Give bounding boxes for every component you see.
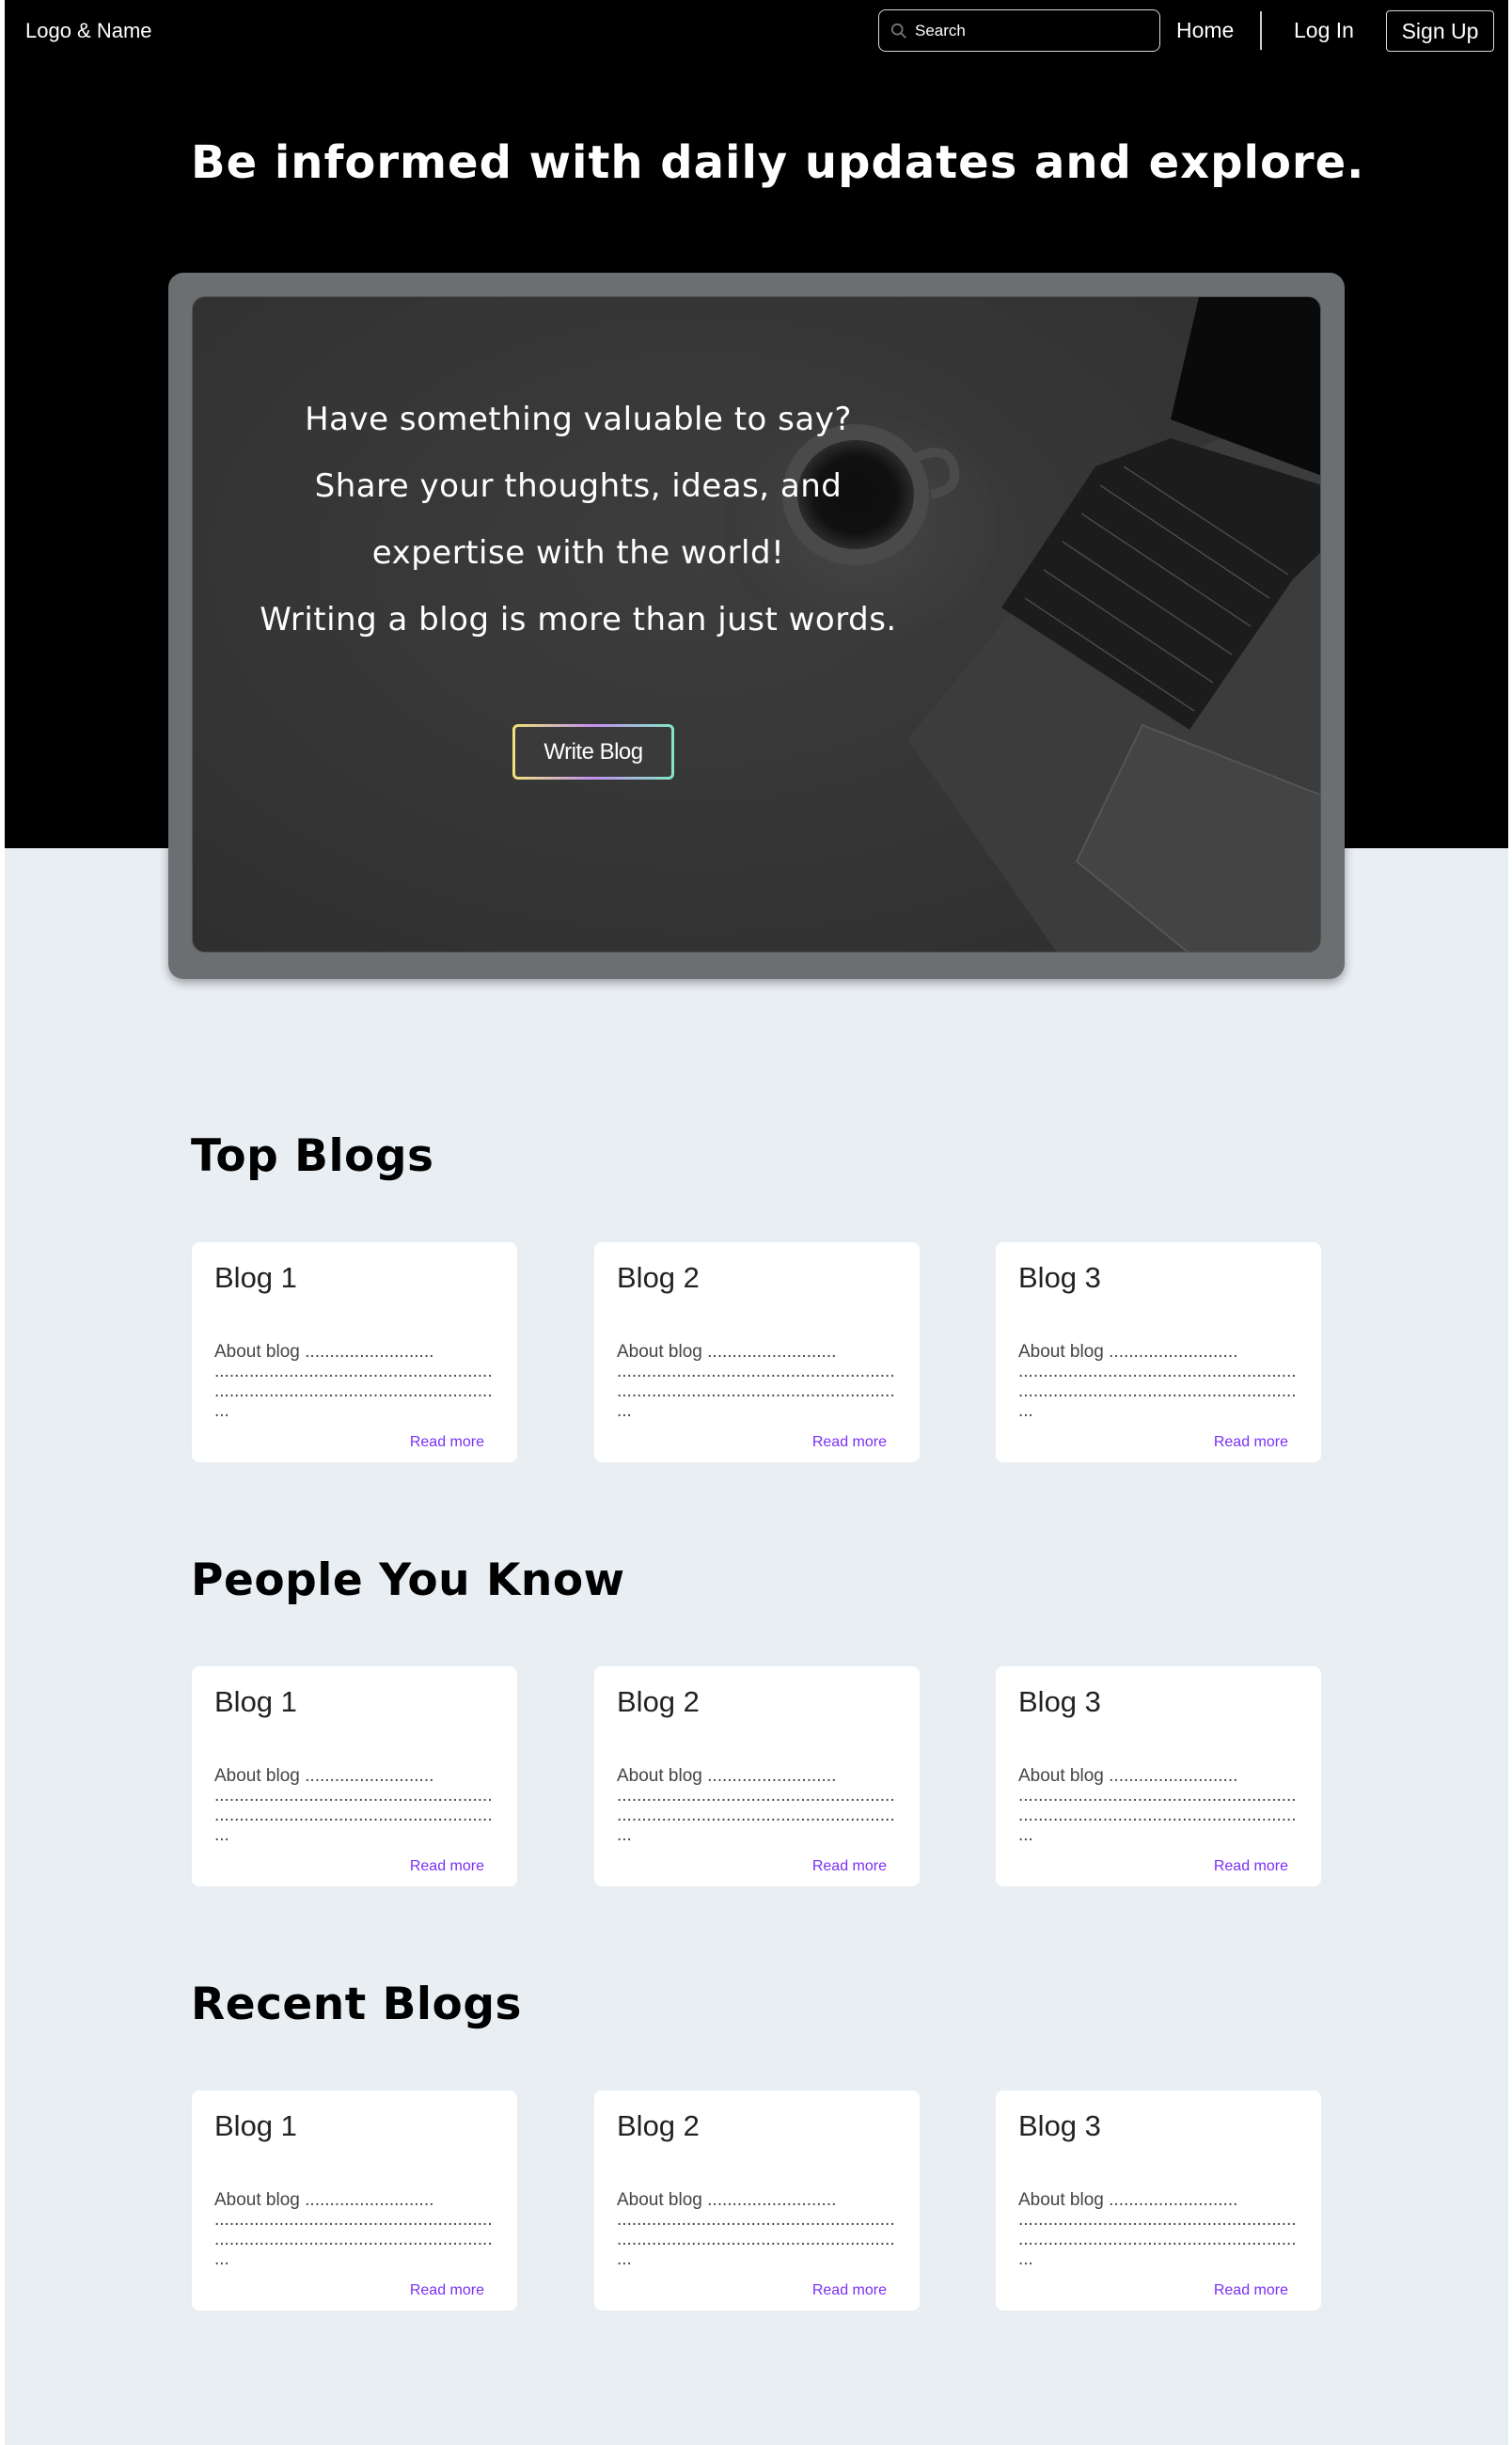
signup-button[interactable]: Sign Up <box>1386 10 1494 52</box>
search-icon <box>890 23 906 39</box>
read-more-link[interactable]: Read more <box>812 2282 887 2299</box>
promo-message: Have something valuable to say? Share yo… <box>249 386 907 654</box>
promo-line: Have something valuable to say? <box>305 401 852 438</box>
section-title-people-you-know: People You Know <box>191 1554 625 1606</box>
promo-line: expertise with the world! <box>371 534 785 572</box>
read-more-link[interactable]: Read more <box>1214 1858 1288 1875</box>
blog-card[interactable]: Blog 1 About blog ......................… <box>192 2090 517 2311</box>
read-more-link[interactable]: Read more <box>410 1434 484 1451</box>
section-title-top-blogs: Top Blogs <box>191 1130 434 1182</box>
read-more-link[interactable]: Read more <box>1214 2282 1288 2299</box>
nav-home-link[interactable]: Home <box>1176 16 1234 44</box>
nav-login-link[interactable]: Log In <box>1294 16 1354 44</box>
blog-card[interactable]: Blog 2 About blog ......................… <box>594 1242 920 1462</box>
blog-card[interactable]: Blog 2 About blog ......................… <box>594 2090 920 2311</box>
search-input[interactable] <box>915 21 1141 40</box>
hero-headline: Be informed with daily updates and explo… <box>191 136 1365 189</box>
blog-card-title: Blog 1 <box>214 1685 297 1718</box>
blog-card-title: Blog 2 <box>617 1261 700 1294</box>
read-more-link[interactable]: Read more <box>410 1858 484 1875</box>
blog-card-excerpt: About blog .......................... ..… <box>1018 1342 1297 1421</box>
blog-card[interactable]: Blog 2 About blog ......................… <box>594 1666 920 1886</box>
brand-logo[interactable]: Logo & Name <box>25 17 152 45</box>
nav-divider <box>1260 11 1262 50</box>
write-blog-button[interactable]: Write Blog <box>512 724 674 780</box>
blog-card-title: Blog 1 <box>214 1261 297 1294</box>
blog-card-excerpt: About blog .......................... ..… <box>1018 2190 1297 2269</box>
blog-card-excerpt: About blog .......................... ..… <box>214 2190 493 2269</box>
blog-card[interactable]: Blog 1 About blog ......................… <box>192 1666 517 1886</box>
section-title-recent-blogs: Recent Blogs <box>191 1979 522 2030</box>
blog-card-title: Blog 3 <box>1018 2109 1101 2142</box>
search-box[interactable] <box>878 9 1160 52</box>
blog-card-title: Blog 2 <box>617 2109 700 2142</box>
blog-card-title: Blog 3 <box>1018 1685 1101 1718</box>
blog-card[interactable]: Blog 3 About blog ......................… <box>996 1242 1321 1462</box>
read-more-link[interactable]: Read more <box>1214 1434 1288 1451</box>
blog-card-excerpt: About blog .......................... ..… <box>617 1342 895 1421</box>
blog-card-excerpt: About blog .......................... ..… <box>617 1766 895 1845</box>
blog-card-excerpt: About blog .......................... ..… <box>1018 1766 1297 1845</box>
blog-card-excerpt: About blog .......................... ..… <box>617 2190 895 2269</box>
blog-card-title: Blog 3 <box>1018 1261 1101 1294</box>
read-more-link[interactable]: Read more <box>812 1858 887 1875</box>
read-more-link[interactable]: Read more <box>410 2282 484 2299</box>
promo-line: Writing a blog is more than just words. <box>260 601 897 639</box>
blog-card-excerpt: About blog .......................... ..… <box>214 1342 493 1421</box>
blog-card-excerpt: About blog .......................... ..… <box>214 1766 493 1845</box>
page-edge-right <box>1508 0 1512 2445</box>
blog-card[interactable]: Blog 3 About blog ......................… <box>996 1666 1321 1886</box>
blog-card[interactable]: Blog 1 About blog ......................… <box>192 1242 517 1462</box>
blog-card-title: Blog 1 <box>214 2109 297 2142</box>
promo-line: Share your thoughts, ideas, and <box>314 467 843 505</box>
blog-card[interactable]: Blog 3 About blog ......................… <box>996 2090 1321 2311</box>
promo-card: Have something valuable to say? Share yo… <box>192 296 1321 953</box>
read-more-link[interactable]: Read more <box>812 1434 887 1451</box>
blog-card-title: Blog 2 <box>617 1685 700 1718</box>
